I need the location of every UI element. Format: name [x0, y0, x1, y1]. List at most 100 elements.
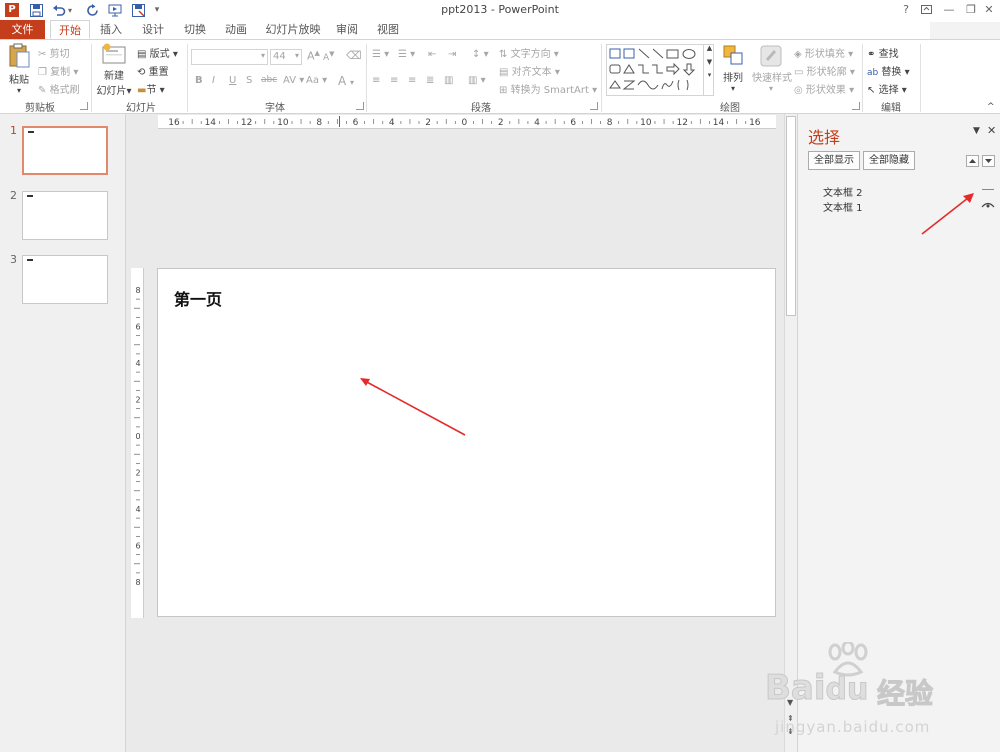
paste-button[interactable]: 粘贴 ▾ — [5, 43, 33, 98]
tab-file[interactable]: 文件 — [0, 20, 45, 39]
replace-button[interactable]: ab 替换 ▾ — [867, 63, 910, 78]
slide-thumbnail-2[interactable] — [22, 191, 108, 240]
increase-indent-icon[interactable]: ⇥ — [448, 49, 456, 60]
line-spacing-icon: ↕ — [472, 49, 481, 60]
italic-button[interactable]: I — [212, 75, 215, 86]
tab-design[interactable]: 设计 — [138, 20, 168, 39]
group-label-font: 字体 — [265, 103, 285, 114]
shapes-gallery-icons — [609, 48, 696, 91]
distributed-icon[interactable]: ▥ — [444, 75, 453, 86]
shapes-gallery-scroll[interactable]: ▲ ▼ ▾ — [703, 44, 715, 96]
reset-button[interactable]: ⟲ 重置 — [137, 63, 169, 78]
slide-thumbnail-3[interactable] — [22, 255, 108, 304]
decrease-indent-icon[interactable]: ⇤ — [428, 49, 436, 60]
pane-options-chevron-icon[interactable]: ▼ — [973, 126, 980, 136]
selection-item-textbox-1[interactable]: 文本框 1 — [823, 199, 863, 214]
copy-button[interactable]: ❐ 复制 ▾ — [38, 63, 78, 78]
shape-effects-button[interactable]: ◎ 形状效果 ▾ — [794, 81, 854, 96]
ruler-label: 4 — [389, 118, 395, 128]
clear-formatting-button[interactable]: ⌫ — [346, 49, 362, 62]
section-button[interactable]: ▬节 ▾ — [137, 81, 165, 96]
hide-all-button[interactable]: 全部隐藏 — [863, 151, 915, 170]
group-separator — [920, 44, 921, 112]
slide-thumbnail-1[interactable] — [22, 126, 108, 175]
ruler-label: 6 — [135, 542, 140, 551]
binoculars-icon: ⚭ — [867, 49, 876, 60]
ribbon-display-options-button[interactable] — [916, 1, 936, 18]
restore-button[interactable]: ❐ — [961, 1, 981, 18]
cut-button[interactable]: ✂ 剪切 — [38, 45, 70, 60]
new-slide-button[interactable]: 新建 幻灯片▾ — [96, 43, 132, 98]
bring-forward-button[interactable] — [966, 155, 979, 167]
align-right-icon[interactable]: ≡ — [408, 75, 416, 86]
tab-slide-show[interactable]: 幻灯片放映 — [262, 20, 324, 39]
quick-styles-button[interactable]: 快速样式 ▾ — [752, 44, 792, 96]
ruler-label: 8 — [135, 286, 140, 295]
pane-close-icon[interactable]: ✕ — [987, 124, 996, 137]
minimize-button[interactable]: — — [939, 1, 959, 18]
layout-button[interactable]: ▤ 版式 ▾ — [137, 45, 178, 60]
text-direction-button[interactable]: ⇅ 文字方向 ▾ — [499, 45, 559, 60]
tab-view[interactable]: 视图 — [373, 20, 403, 39]
tab-insert[interactable]: 插入 — [96, 20, 126, 39]
selection-item-textbox-2[interactable]: 文本框 2 — [823, 184, 863, 199]
group-label-paragraph: 段落 — [471, 103, 491, 114]
text-shadow-button[interactable]: S — [246, 75, 252, 86]
hidden-dash-icon[interactable] — [982, 189, 994, 190]
underline-button[interactable]: U — [229, 75, 236, 86]
numbering-button[interactable]: ☰ ▾ — [398, 49, 415, 60]
find-button[interactable]: ⚭ 查找 — [867, 45, 899, 60]
arrange-button[interactable]: 排列 ▾ — [719, 44, 747, 96]
visible-eye-icon[interactable] — [981, 201, 995, 209]
change-case-button[interactable]: Aa ▾ — [306, 75, 327, 86]
help-button[interactable]: ? — [896, 1, 916, 18]
tab-transitions[interactable]: 切换 — [180, 20, 210, 39]
scrollbar-thumb[interactable] — [786, 116, 796, 316]
shape-fill-button[interactable]: ◈ 形状填充 ▾ — [794, 45, 853, 60]
grow-font-button[interactable]: A▲ — [307, 49, 320, 63]
font-color-button[interactable]: A ▾ — [338, 74, 354, 88]
ruler-label: 2 — [135, 469, 140, 478]
align-text-icon: ▤ — [499, 67, 509, 78]
drawing-dialog-launcher-icon[interactable] — [852, 102, 860, 110]
user-account-area[interactable] — [930, 22, 1000, 39]
bullets-icon: ☰ — [372, 49, 381, 60]
columns-button[interactable]: ▥ ▾ — [468, 75, 486, 86]
convert-smartart-button[interactable]: ⊞ 转换为 SmartArt ▾ — [499, 81, 597, 96]
collapse-ribbon-icon[interactable]: ^ — [987, 102, 995, 112]
slide-canvas[interactable]: 第一页 — [157, 268, 776, 617]
character-spacing-button[interactable]: AV ▾ — [283, 75, 304, 86]
select-button[interactable]: ↖ 选择 ▾ — [867, 81, 907, 96]
tab-animations[interactable]: 动画 — [221, 20, 251, 39]
close-button[interactable]: ✕ — [979, 1, 999, 18]
font-dialog-launcher-icon[interactable] — [356, 102, 364, 110]
align-text-button[interactable]: ▤ 对齐文本 ▾ — [499, 63, 560, 78]
vertical-ruler: 8 6 4 2 0 2 4 6 8 — [131, 268, 144, 618]
justify-icon[interactable]: ≣ — [426, 75, 434, 86]
tab-home[interactable]: 开始 — [50, 20, 90, 39]
ruler-label: 0 — [462, 118, 468, 128]
ruler-label: 8 — [607, 118, 613, 128]
strikethrough-button[interactable]: abc — [261, 75, 277, 85]
font-name-combobox[interactable]: ▾ — [191, 49, 268, 65]
group-label-slides: 幻灯片 — [126, 103, 156, 114]
annotation-arrow — [360, 378, 466, 436]
paragraph-dialog-launcher-icon[interactable] — [590, 102, 598, 110]
show-all-button[interactable]: 全部显示 — [808, 151, 860, 170]
bullets-button[interactable]: ☰ ▾ — [372, 49, 389, 60]
format-painter-button[interactable]: ✎ 格式刷 — [38, 81, 80, 96]
ruler-label: 14 — [713, 118, 725, 128]
cursor-icon: ↖ — [867, 85, 876, 96]
tab-review[interactable]: 审阅 — [332, 20, 362, 39]
shrink-font-button[interactable]: A▼ — [323, 50, 335, 63]
clipboard-dialog-launcher-icon[interactable] — [80, 102, 88, 110]
font-size-combobox[interactable]: 44 ▾ — [270, 49, 302, 65]
align-left-icon[interactable]: ≡ — [372, 75, 380, 86]
slide-title-textbox[interactable]: 第一页 — [174, 286, 222, 310]
align-center-icon[interactable]: ≡ — [390, 75, 398, 86]
shapes-gallery[interactable] — [606, 44, 714, 96]
line-spacing-button[interactable]: ↕ ▾ — [472, 49, 489, 60]
shape-outline-button[interactable]: ▭ 形状轮廓 ▾ — [794, 63, 855, 78]
send-backward-button[interactable] — [982, 155, 995, 167]
bold-button[interactable]: B — [195, 75, 203, 86]
